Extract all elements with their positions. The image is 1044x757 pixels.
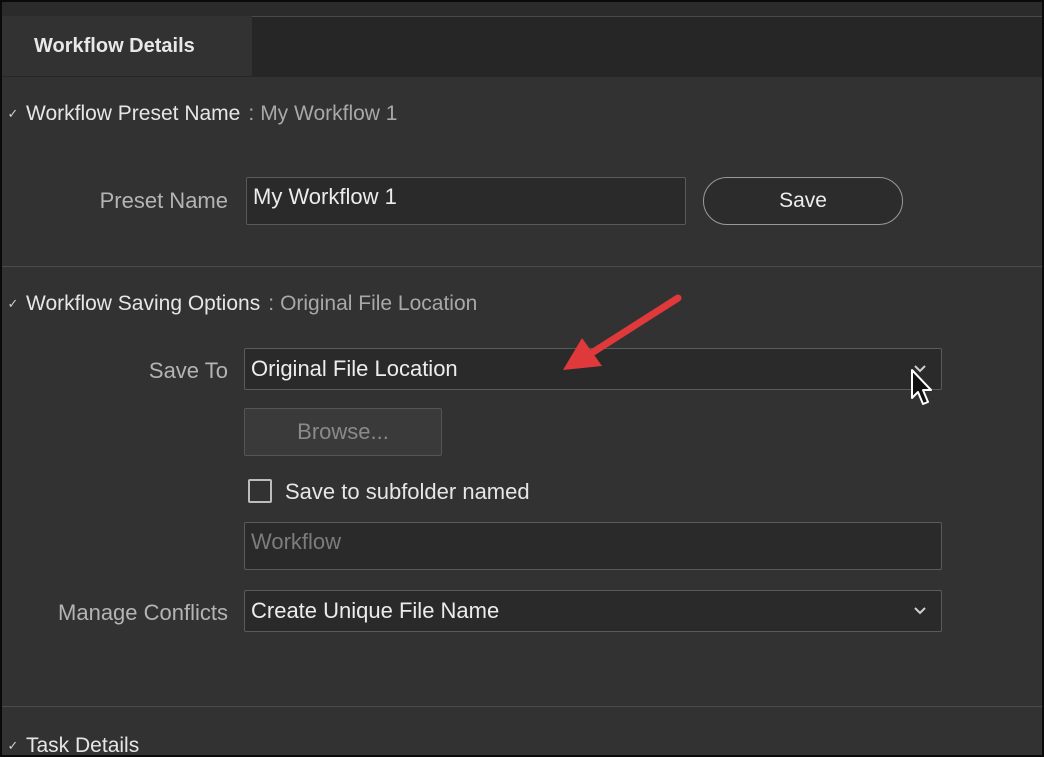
save-button[interactable]: Save (703, 177, 903, 225)
workflow-panel: Workflow Details ✓ Workflow Preset Name … (0, 0, 1044, 757)
tab-workflow-details[interactable]: Workflow Details (2, 16, 252, 76)
chevron-down-icon: ✓ (7, 738, 19, 753)
chevron-down-icon: ✓ (7, 106, 19, 121)
manage-conflicts-select[interactable]: Create Unique File Name (244, 590, 942, 632)
subfolder-checkbox[interactable] (248, 479, 272, 503)
section-value: My Workflow 1 (260, 102, 398, 125)
save-button-label: Save (779, 189, 827, 212)
preset-name-input[interactable]: My Workflow 1 (246, 177, 686, 225)
save-to-select[interactable]: Original File Location (244, 348, 942, 390)
chevron-down-icon: ✓ (7, 296, 19, 311)
section-title: Task Details (26, 734, 140, 757)
chevron-down-icon (914, 365, 926, 373)
section-divider (2, 706, 1042, 707)
browse-button-label: Browse... (297, 419, 389, 444)
save-to-label: Save To (148, 358, 228, 383)
tab-label: Workflow Details (34, 34, 195, 57)
chevron-down-icon (914, 607, 926, 615)
subfolder-name-input[interactable]: Workflow (244, 522, 942, 570)
top-strip (2, 2, 1042, 16)
preset-name-value: My Workflow 1 (253, 184, 397, 209)
manage-conflicts-value: Create Unique File Name (251, 598, 500, 623)
section-title: Workflow Saving Options (26, 292, 261, 315)
manage-conflicts-label: Manage Conflicts (58, 600, 228, 625)
browse-button[interactable]: Browse... (244, 408, 442, 456)
section-header-preset[interactable]: ✓ Workflow Preset Name : My Workflow 1 (2, 102, 398, 126)
save-to-value: Original File Location (251, 356, 458, 381)
section-header-task[interactable]: ✓ Task Details (2, 734, 140, 757)
subfolder-checkbox-label[interactable]: Save to subfolder named (285, 479, 530, 505)
preset-name-label: Preset Name (99, 188, 228, 213)
section-separator: : (268, 292, 275, 315)
section-title: Workflow Preset Name (26, 102, 241, 125)
subfolder-name-placeholder: Workflow (251, 529, 342, 554)
section-value: Original File Location (280, 292, 478, 315)
section-header-saving[interactable]: ✓ Workflow Saving Options : Original Fil… (2, 292, 478, 316)
section-divider (2, 266, 1042, 267)
section-separator: : (248, 102, 255, 125)
